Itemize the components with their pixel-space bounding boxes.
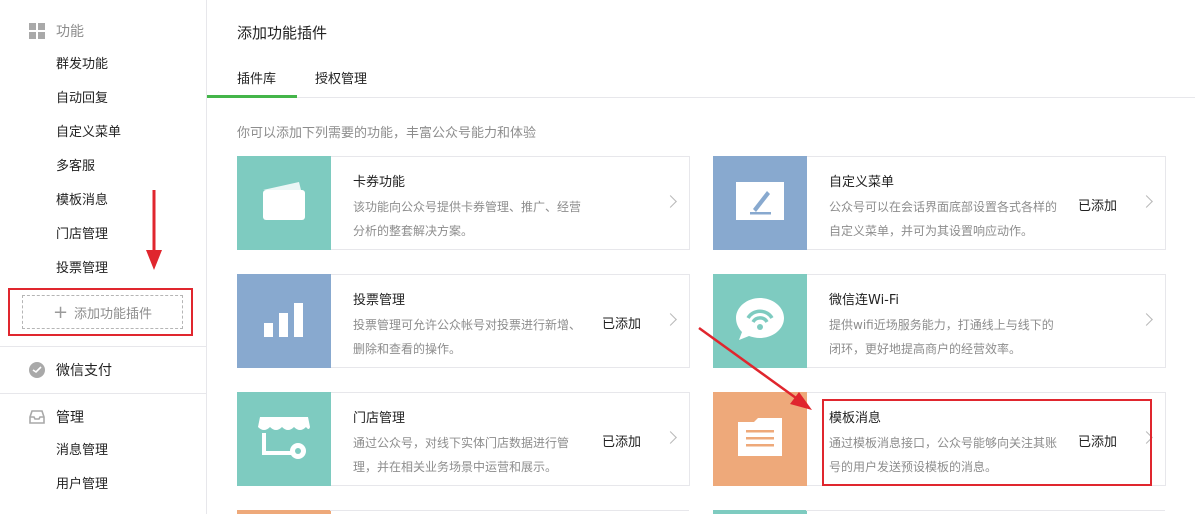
- page-title: 添加功能插件: [237, 24, 328, 42]
- plugin-name: 投票管理: [353, 293, 406, 308]
- plugin-description: 公众号可以在会话界面底部设置各式各样的自定义菜单，并可为其设置响应动作。: [829, 200, 1058, 238]
- sidebar-item-user-management[interactable]: 用户管理: [56, 475, 108, 495]
- plugin-card-vote[interactable]: 投票管理 投票管理可允许公众帐号对投票进行新增、删除和查看的操作。 已添加: [237, 274, 690, 368]
- next-card-thumb-partial: [237, 510, 331, 514]
- chevron-right-icon: [1140, 195, 1153, 208]
- plugin-name: 卡券功能: [353, 175, 406, 190]
- next-card-thumb-partial-2: [713, 510, 807, 514]
- plugin-thumb: [237, 156, 331, 250]
- plugin-description: 该功能向公众号提供卡券管理、推广、经营分析的整套解决方案。: [353, 200, 582, 238]
- card-wallet-icon: [259, 178, 309, 228]
- store-icon: [256, 413, 312, 465]
- plugin-thumb: [237, 274, 331, 368]
- sidebar-item-store-management[interactable]: 门店管理: [56, 225, 108, 245]
- plugin-thumb: [237, 392, 331, 486]
- sidebar-item-message-management[interactable]: 消息管理: [56, 441, 108, 461]
- management-header-label: 管理: [56, 410, 84, 426]
- added-status: 已添加: [1078, 199, 1118, 214]
- annotation-highlight-box: [822, 399, 1152, 486]
- sidebar-item-custom-menu[interactable]: 自定义菜单: [56, 123, 121, 143]
- next-card-partial: [330, 510, 689, 514]
- edit-pen-icon: [735, 181, 785, 225]
- functions-section-header: 功能: [28, 21, 84, 41]
- plugin-description: 通过公众号，对线下实体门店数据进行管理，并在相关业务场景中运营和展示。: [353, 436, 570, 474]
- plugin-name: 自定义菜单: [829, 175, 895, 190]
- document-icon: [736, 416, 784, 462]
- chevron-right-icon: [1140, 313, 1153, 326]
- sidebar: 功能 群发功能 自动回复 自定义菜单 多客服 模板消息 门店管理 投票管理 + …: [0, 0, 207, 514]
- add-plugin-highlight: + 添加功能插件: [8, 288, 193, 336]
- plus-icon: +: [52, 301, 69, 323]
- add-plugin-button[interactable]: + 添加功能插件: [22, 295, 183, 329]
- plugin-thumb: [713, 274, 807, 368]
- plugin-card-store[interactable]: 门店管理 通过公众号，对线下实体门店数据进行管理，并在相关业务场景中运营和展示。…: [237, 392, 690, 486]
- sidebar-item-template-message[interactable]: 模板消息: [56, 191, 108, 211]
- plugin-name: 门店管理: [353, 411, 406, 426]
- tab-plugin-library[interactable]: 插件库: [237, 68, 276, 87]
- plugin-description: 提供wifi近场服务能力，打通线上与线下的闭环，更好地提高商户的经营效率。: [829, 318, 1054, 356]
- plugin-card-coupons[interactable]: 卡券功能 该功能向公众号提供卡券管理、推广、经营分析的整套解决方案。: [237, 156, 690, 250]
- next-card-partial-2: [806, 510, 1165, 514]
- added-status: 已添加: [602, 317, 642, 332]
- chevron-right-icon: [664, 313, 677, 326]
- bar-chart-icon: [262, 299, 306, 343]
- wechat-pay-label: 微信支付: [56, 363, 112, 379]
- wifi-chat-icon: [734, 296, 786, 346]
- chat-bubble-icon: [28, 361, 46, 379]
- inbox-icon: [28, 408, 46, 426]
- sidebar-divider: [0, 346, 206, 347]
- plugin-thumb: [713, 156, 807, 250]
- add-plugin-label: 添加功能插件: [74, 306, 153, 322]
- wechat-pay-item[interactable]: 微信支付: [28, 360, 112, 380]
- plugin-card-wifi[interactable]: 微信连Wi-Fi 提供wifi近场服务能力，打通线上与线下的闭环，更好地提高商户…: [713, 274, 1166, 368]
- sidebar-item-auto-reply[interactable]: 自动回复: [56, 89, 108, 109]
- plugin-thumb: [713, 392, 807, 486]
- plugin-name: 微信连Wi-Fi: [829, 293, 900, 308]
- chevron-right-icon: [664, 431, 677, 444]
- functions-header-label: 功能: [56, 24, 84, 40]
- sidebar-item-customer-service[interactable]: 多客服: [56, 157, 95, 177]
- sidebar-divider-2: [0, 393, 206, 394]
- intro-text: 你可以添加下列需要的功能，丰富公众号能力和体验: [237, 126, 537, 141]
- tab-bar: 插件库 授权管理: [207, 62, 1195, 98]
- management-section-header: 管理: [28, 407, 84, 427]
- added-status: 已添加: [602, 435, 642, 450]
- sidebar-item-vote-management[interactable]: 投票管理: [56, 259, 108, 279]
- tab-authorization-management[interactable]: 授权管理: [315, 68, 367, 87]
- chevron-right-icon: [664, 195, 677, 208]
- plugin-description: 投票管理可允许公众帐号对投票进行新增、删除和查看的操作。: [353, 318, 582, 356]
- sidebar-item-mass-send[interactable]: 群发功能: [56, 55, 108, 75]
- grid-icon: [28, 22, 46, 40]
- plugin-card-custom-menu[interactable]: 自定义菜单 公众号可以在会话界面底部设置各式各样的自定义菜单，并可为其设置响应动…: [713, 156, 1166, 250]
- active-tab-indicator: [207, 95, 297, 98]
